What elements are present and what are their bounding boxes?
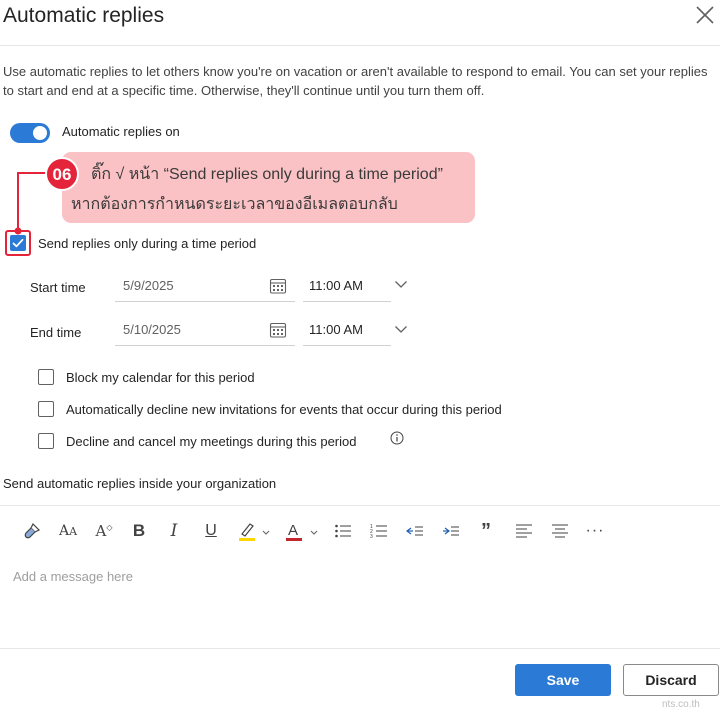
save-button[interactable]: Save (515, 664, 611, 696)
more-options-button[interactable]: ··· (585, 515, 605, 547)
italic-button[interactable]: I (166, 515, 182, 547)
start-time-value: 11:00 AM (309, 278, 363, 293)
svg-text:A: A (288, 522, 298, 539)
quote-icon: ” (481, 519, 491, 542)
message-editor[interactable]: Add a message here (13, 569, 713, 639)
footer-divider (0, 648, 720, 649)
decline-meetings-checkbox[interactable] (38, 433, 54, 449)
dialog-title: Automatic replies (3, 4, 165, 27)
bullets-icon (335, 524, 351, 538)
text-effects-icon: A◇ (95, 522, 113, 540)
automatic-replies-toggle-label: Automatic replies on (62, 124, 180, 139)
quote-button[interactable]: ” (478, 515, 494, 547)
font-size-button[interactable]: AA (57, 515, 79, 547)
svg-text:3: 3 (370, 534, 373, 539)
chevron-down-icon[interactable] (394, 322, 408, 336)
discard-button[interactable]: Discard (623, 664, 719, 696)
bullets-button[interactable] (333, 515, 353, 547)
start-time-field[interactable]: 11:00 AM (303, 270, 391, 302)
text-effects-button[interactable]: A◇ (94, 515, 114, 547)
block-calendar-label[interactable]: Block my calendar for this period (66, 370, 255, 385)
block-calendar-checkbox[interactable] (38, 369, 54, 385)
watermark: nts.co.th (662, 699, 700, 710)
time-period-checkbox-label[interactable]: Send replies only during a time period (38, 236, 256, 251)
align-left-button[interactable] (514, 515, 534, 547)
header-divider (0, 45, 720, 46)
increase-indent-icon (443, 526, 459, 536)
font-size-icon: AA (58, 523, 78, 539)
underline-icon: U (205, 522, 217, 539)
start-date-value: 5/9/2025 (123, 278, 174, 293)
annotation-callout: ติ๊ก √ หน้า “Send replies only during a … (62, 152, 475, 223)
close-icon (696, 6, 714, 24)
underline-button[interactable]: U (202, 515, 220, 547)
calendar-icon[interactable] (269, 321, 287, 339)
decline-invitations-checkbox[interactable] (38, 401, 54, 417)
step-badge: 06 (45, 157, 79, 191)
italic-icon: I (170, 521, 178, 541)
decrease-indent-icon (406, 526, 423, 536)
toggle-knob (33, 126, 47, 140)
decrease-indent-button[interactable] (405, 515, 425, 547)
numbering-icon: 1 2 3 (370, 524, 387, 539)
inside-org-label: Send automatic replies inside your organ… (3, 476, 277, 491)
numbering-button[interactable]: 1 2 3 (369, 515, 389, 547)
align-center-button[interactable] (550, 515, 570, 547)
font-color-icon: A (286, 522, 318, 541)
more-icon: ··· (585, 522, 605, 539)
decline-meetings-label[interactable]: Decline and cancel my meetings during th… (66, 434, 357, 449)
start-time-label: Start time (30, 280, 86, 295)
automatic-replies-toggle[interactable] (10, 123, 50, 143)
highlight-icon (239, 523, 270, 541)
dialog-description: Use automatic replies to let others know… (3, 64, 708, 98)
font-color-button[interactable]: A (285, 515, 323, 547)
info-icon[interactable] (390, 431, 404, 445)
bold-icon: B (132, 521, 146, 540)
toolbar-top-divider (0, 505, 720, 506)
format-painter-icon (24, 522, 41, 539)
align-center-icon (552, 524, 568, 538)
decline-invitations-label[interactable]: Automatically decline new invitations fo… (66, 402, 502, 417)
calendar-icon[interactable] (269, 277, 287, 295)
end-date-value: 5/10/2025 (123, 322, 181, 337)
chevron-down-icon[interactable] (394, 277, 408, 291)
align-left-icon (516, 524, 532, 538)
end-time-label: End time (30, 325, 82, 340)
highlight-button[interactable] (237, 515, 275, 547)
end-date-field[interactable]: 5/10/2025 (115, 314, 295, 346)
bold-button[interactable]: B (130, 515, 148, 547)
callout-line-1: ติ๊ก √ หน้า “Send replies only during a … (91, 166, 443, 183)
end-time-field[interactable]: 11:00 AM (303, 314, 391, 346)
callout-line-2: หากต้องการกำหนดระยะเวลาของอีเมลตอบกลับ (71, 196, 398, 213)
end-time-value: 11:00 AM (309, 322, 363, 337)
start-date-field[interactable]: 5/9/2025 (115, 270, 295, 302)
increase-indent-button[interactable] (441, 515, 461, 547)
formatting-toolbar: AA A◇ B I U A 1 2 3 ” ··· (0, 515, 720, 547)
format-painter-button[interactable] (20, 515, 44, 547)
close-button[interactable] (693, 3, 717, 27)
